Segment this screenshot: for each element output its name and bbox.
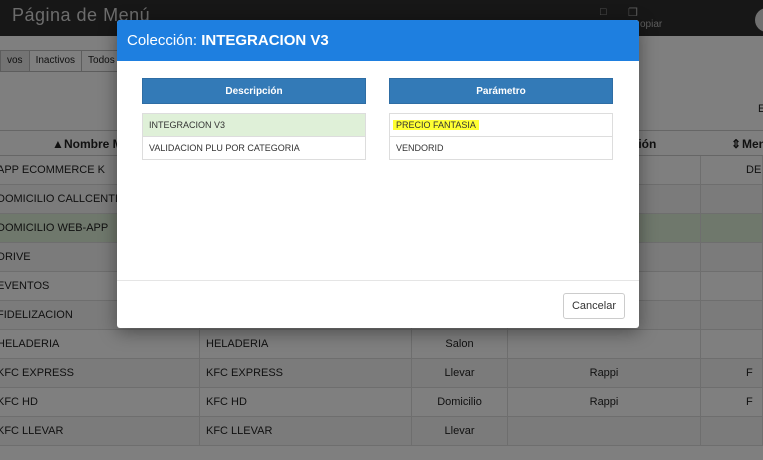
modal-title-collection: INTEGRACION V3 (201, 32, 329, 49)
descripcion-list: Descripción INTEGRACION V3 VALIDACION PL… (142, 78, 366, 160)
modal-header: Colección: INTEGRACION V3 (117, 20, 639, 61)
parametro-item-highlighted: PRECIO FANTASIA (393, 120, 479, 130)
modal-footer: Cancelar (117, 280, 639, 328)
parametro-header: Parámetro (389, 78, 613, 104)
descripcion-item[interactable]: VALIDACION PLU POR CATEGORIA (142, 136, 366, 160)
descripcion-header: Descripción (142, 78, 366, 104)
collection-modal: Colección: INTEGRACION V3 Descripción IN… (117, 20, 639, 328)
modal-title: Colección: INTEGRACION V3 (127, 32, 329, 49)
descripcion-item[interactable]: INTEGRACION V3 (142, 113, 366, 137)
parametro-item[interactable]: VENDORID (389, 136, 613, 160)
parametro-item[interactable]: PRECIO FANTASIA (389, 113, 613, 137)
cancel-button[interactable]: Cancelar (563, 293, 625, 319)
modal-body: Descripción INTEGRACION V3 VALIDACION PL… (117, 61, 639, 281)
modal-title-prefix: Colección: (127, 32, 198, 49)
parametro-list: Parámetro PRECIO FANTASIA VENDORID (389, 78, 613, 160)
